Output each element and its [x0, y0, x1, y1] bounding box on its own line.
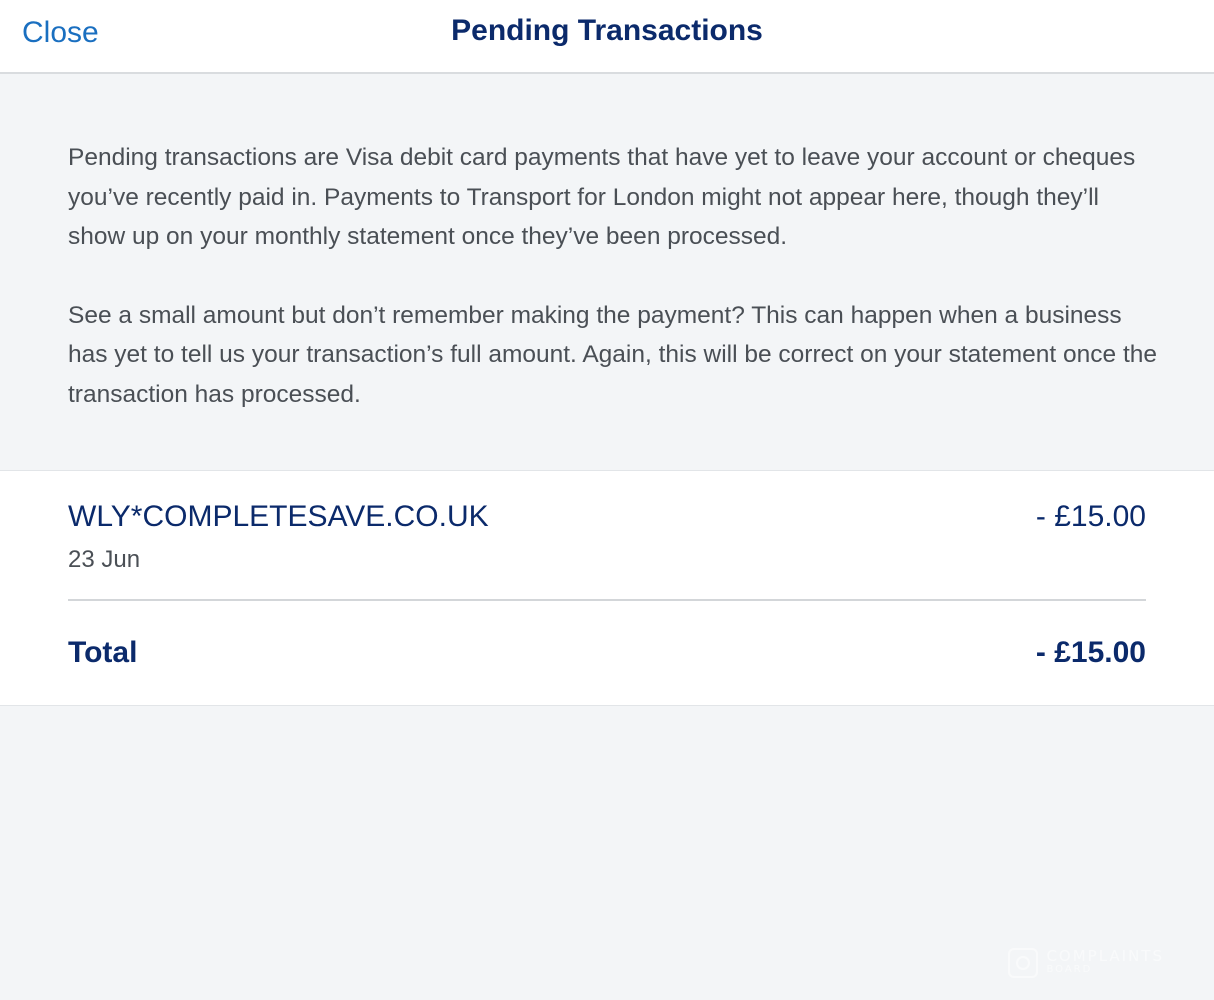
page-title: Pending Transactions	[451, 14, 763, 47]
watermark-text: COMPLAINTS BOARD	[1046, 949, 1164, 977]
transactions-card: WLY*COMPLETESAVE.CO.UK 23 Jun - £15.00 T…	[0, 470, 1214, 706]
watermark: COMPLAINTS BOARD	[1008, 948, 1164, 978]
total-amount: - £15.00	[1035, 636, 1146, 669]
watermark-line2: BOARD	[1046, 964, 1093, 975]
transaction-merchant: WLY*COMPLETESAVE.CO.UK	[68, 500, 489, 533]
watermark-line1: COMPLAINTS	[1046, 947, 1164, 965]
transaction-row[interactable]: WLY*COMPLETESAVE.CO.UK 23 Jun - £15.00	[68, 471, 1146, 601]
info-paragraph: See a small amount but don’t remember ma…	[68, 301, 1158, 408]
watermark-logo-icon	[1008, 948, 1039, 978]
info-section: Pending transactions are Visa debit card…	[68, 138, 1158, 453]
info-paragraph: Pending transactions are Visa debit card…	[68, 144, 1136, 250]
total-label: Total	[68, 636, 138, 669]
nav-bar: Close Pending Transactions	[0, 0, 1214, 74]
transaction-date: 23 Jun	[68, 546, 141, 573]
total-row: Total - £15.00	[68, 601, 1146, 705]
transaction-amount: - £15.00	[1035, 500, 1146, 533]
